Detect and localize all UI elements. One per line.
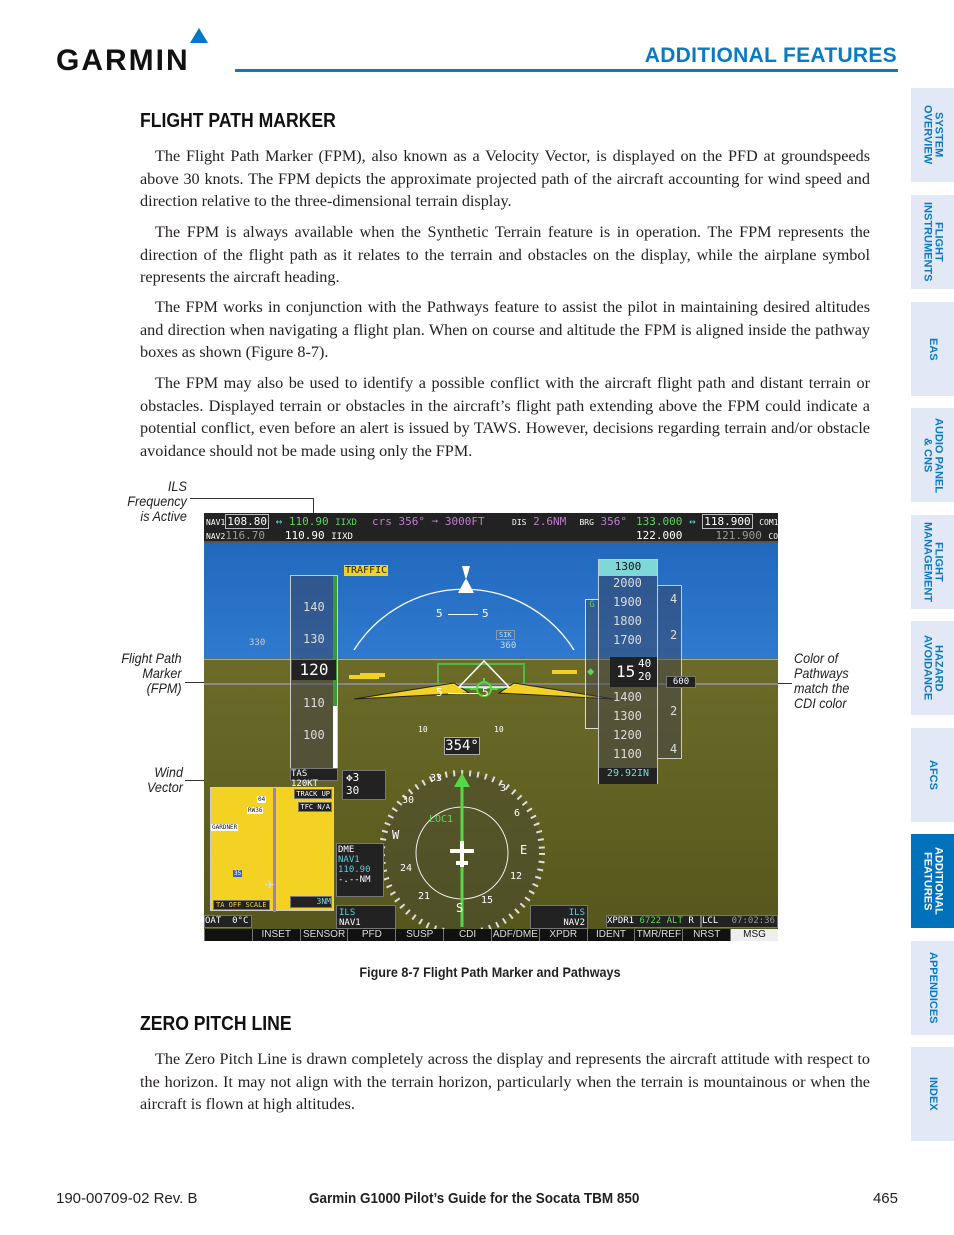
clock: LCL 07:02:36 — [701, 915, 778, 928]
wind-vector: ✥3 30 — [342, 770, 386, 800]
paragraph: The FPM works in conjunction with the Pa… — [140, 298, 870, 361]
softkey-nrst[interactable]: NRST — [682, 929, 730, 941]
transponder-status: XPDR1 6722 ALT R — [606, 915, 701, 928]
paragraph: The FPM is always available when the Syn… — [140, 223, 870, 286]
tab-flight-instruments[interactable]: FLIGHT INSTRUMENTS — [911, 195, 954, 289]
softkey-adf-dme[interactable]: ADF/DME — [490, 929, 539, 941]
tab-hazard-avoidance[interactable]: HAZARD AVOIDANCE — [911, 621, 954, 715]
tab-index[interactable]: INDEX — [911, 1047, 954, 1141]
callout-fpm: Flight Path Marker (FPM) — [121, 650, 182, 696]
paragraph: The FPM may also be used to identify a p… — [140, 374, 870, 460]
garmin-logo: GARMIN — [56, 28, 221, 77]
heading-readout: 354° — [444, 737, 480, 755]
tab-additional-features[interactable]: ADDITIONAL FEATURES — [911, 834, 954, 928]
softkey-cdi[interactable]: CDI — [443, 929, 491, 941]
glideslope-indicator: G ◆ — [585, 599, 599, 729]
heading-flight-path-marker: FLIGHT PATH MARKER — [140, 110, 336, 132]
softkey-blank[interactable] — [204, 929, 252, 941]
baro-setting: 29.92IN — [599, 768, 657, 784]
footer-doc-number: 190-00709-02 Rev. B — [56, 1190, 198, 1207]
tab-eas[interactable]: EAS — [911, 302, 954, 396]
vertical-speed-readout: 600 — [666, 676, 696, 688]
callout-wind: Wind Vector — [147, 764, 184, 795]
tab-flight-management[interactable]: FLIGHT MANAGEMENT — [911, 515, 954, 609]
softkey-msg[interactable]: MSG — [730, 929, 778, 941]
nav1-active-freq[interactable]: 108.80 — [225, 514, 270, 529]
softkey-pfd[interactable]: PFD — [347, 929, 395, 941]
heading-zero-pitch-line: ZERO PITCH LINE — [140, 1013, 292, 1035]
pfd-display: NAV1 108.80 ↔ 110.90 IIXD NAV2116.70 110.… — [204, 513, 778, 941]
nav2-active-freq[interactable]: 116.70 — [225, 529, 265, 542]
paragraph: The Zero Pitch Line is drawn completely … — [140, 1050, 870, 1113]
softkey-susp[interactable]: SUSP — [395, 929, 443, 941]
loc-label: LOC1 — [429, 814, 454, 825]
header-rule — [235, 69, 898, 72]
altitude-readout: 15 40 20 — [610, 657, 658, 687]
softkey-xpdr[interactable]: XPDR — [538, 929, 587, 941]
airspeed-readout: 120 — [292, 660, 336, 680]
aircraft-icon: ✈ — [265, 874, 275, 893]
pathway-marker: SIK — [496, 630, 515, 640]
tab-system-overview[interactable]: SYSTEM OVERVIEW — [911, 88, 954, 182]
bearing2-info: ILS NAV2 — [530, 905, 588, 929]
inset-map[interactable]: TRACK UP TFC N/A 04 RW36 GARDNER 35 ✈ TA… — [210, 787, 334, 912]
callout-ils: ILS Frequency is Active — [127, 478, 187, 524]
tab-audio-panel-cns[interactable]: AUDIO PANEL & CNS — [911, 408, 954, 502]
callout-pathway-color: Color of Pathways match the CDI color — [794, 650, 850, 711]
softkey-ident[interactable]: IDENT — [586, 929, 635, 941]
dme-window: DME NAV1 110.90 -.--NM — [336, 843, 384, 897]
tab-appendices[interactable]: APPENDICES — [911, 941, 954, 1035]
softkey-inset[interactable]: INSET — [251, 929, 300, 941]
footer-title: Garmin G1000 Pilot’s Guide for the Socat… — [309, 1190, 640, 1207]
section-title: ADDITIONAL FEATURES — [644, 44, 897, 67]
oat-display: OAT 0°C — [204, 915, 252, 928]
true-airspeed: TAS 120KT — [290, 768, 338, 789]
page-number: 465 — [872, 1190, 898, 1207]
paragraph: The Flight Path Marker (FPM), also known… — [140, 147, 870, 210]
softkey-tmr-ref[interactable]: TMR/REF — [634, 929, 682, 941]
nav-com-bar: NAV1 108.80 ↔ 110.90 IIXD NAV2116.70 110.… — [204, 513, 778, 543]
bearing1-info: ILS NAV1 — [336, 905, 396, 929]
softkey-sensor[interactable]: SENSOR — [299, 929, 348, 941]
selected-altitude: 1300 — [599, 560, 657, 576]
map-range[interactable]: 3NM — [290, 896, 332, 908]
roll-scale — [353, 566, 575, 651]
logo-triangle-icon — [190, 28, 208, 43]
com1-standby-freq[interactable]: 118.900 — [702, 514, 753, 529]
tab-afcs[interactable]: AFCS — [911, 728, 954, 822]
vertical-speed-tape: 42 24 — [657, 585, 682, 759]
softkey-bar: INSET SENSOR PFD SUSP CDI ADF/DME XPDR I… — [204, 929, 778, 941]
figure-caption: Figure 8-7 Flight Path Marker and Pathwa… — [359, 964, 621, 980]
